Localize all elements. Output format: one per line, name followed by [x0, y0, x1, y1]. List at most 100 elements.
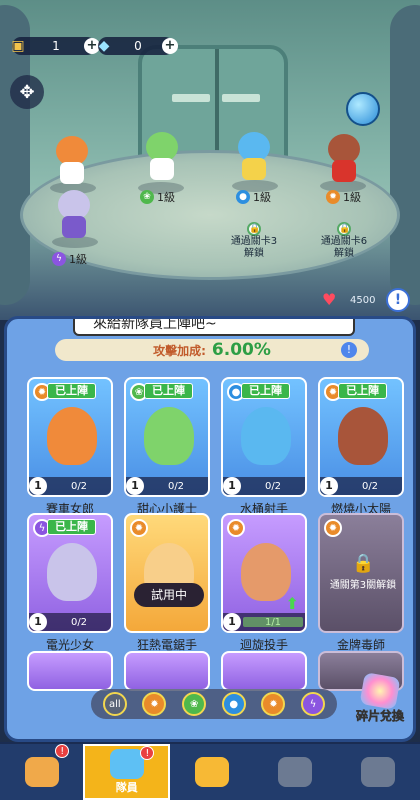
- fire-icon: ✹: [324, 519, 342, 537]
- filter-grass-tab[interactable]: ❀: [182, 692, 207, 716]
- fragment-progress: 1 0/2: [223, 477, 305, 495]
- attack-bonus-bar: 攻擊加成: 6.00% !: [55, 339, 369, 361]
- fragment-progress: 1 0/2: [29, 477, 111, 495]
- filter-electric-tab[interactable]: ϟ: [301, 692, 326, 716]
- team-card-partial[interactable]: [27, 651, 113, 691]
- team-card[interactable]: ϟ 已上陣 1 0/2: [27, 513, 113, 633]
- nav-team-button[interactable]: 隊員!: [83, 744, 171, 800]
- bottom-navigation: ! 隊員!: [0, 742, 420, 800]
- info-button[interactable]: !: [386, 288, 410, 312]
- card-level: 1: [29, 477, 47, 495]
- fire-icon: ✹: [227, 519, 245, 537]
- lock-icon: 🔒: [337, 222, 351, 236]
- team-card[interactable]: ❀ 已上陣 1 0/2: [124, 377, 210, 497]
- element-filter-bar: all ✹ ❀ ● ✹ ϟ: [91, 689, 337, 719]
- water-icon: ●: [236, 190, 250, 204]
- stage-hero-2-level: ❀ 1級: [140, 190, 175, 204]
- stage-hero-5-level: ϟ 1級: [52, 252, 87, 266]
- shop-icon: [24, 757, 59, 787]
- locked-slot-1: 🔒 通過關卡3 解鎖: [230, 222, 278, 259]
- upgrade-arrow-icon[interactable]: ⬆: [286, 594, 299, 613]
- locked-book-icon: [361, 757, 396, 787]
- alert-badge: !: [140, 746, 155, 760]
- unlock-condition: 通關第3關解鎖: [329, 580, 397, 591]
- locked-slot-2: 🔒 通過關卡6 解鎖: [320, 222, 368, 259]
- lock-icon: 🔒: [352, 553, 375, 574]
- card-level: 1: [223, 613, 241, 631]
- fire-icon: ✹: [130, 519, 148, 537]
- filter-fire-tab[interactable]: ✹: [261, 692, 286, 716]
- electric-icon: ϟ: [52, 252, 66, 266]
- card-level: 1: [223, 477, 241, 495]
- fragment-count: 0/2: [70, 616, 88, 628]
- team-card[interactable]: ✹ 已上陣 1 0/2: [318, 377, 404, 497]
- ticket-counter: ▣ 1 +: [11, 37, 100, 55]
- crystal-counter: ◆ 0 +: [98, 37, 178, 55]
- hero-portrait: [47, 407, 97, 465]
- hero-portrait: [144, 407, 194, 465]
- fragment-exchange-label: 碎片兌換: [355, 709, 405, 724]
- gem-icon: [359, 672, 401, 710]
- team-card[interactable]: ✹ 🔒 通關第3關解鎖: [318, 513, 404, 633]
- trial-badge: 試用中: [134, 583, 204, 607]
- crystal-icon: ◆: [98, 38, 110, 54]
- fragment-exchange-button[interactable]: 碎片兌換: [345, 672, 413, 731]
- fragment-bar-fill: [243, 617, 303, 627]
- locked-helmet-icon: [278, 757, 313, 787]
- filter-all-tab[interactable]: all: [102, 692, 127, 716]
- card-level: 1: [320, 477, 338, 495]
- team-card-partial[interactable]: [221, 651, 307, 691]
- card-level: 1: [126, 477, 144, 495]
- team-card[interactable]: ● 已上陣 1 0/2: [221, 377, 307, 497]
- nav-locked-helmet-button[interactable]: [254, 744, 337, 800]
- alert-badge: !: [55, 744, 70, 758]
- add-crystal-button[interactable]: +: [162, 38, 178, 54]
- hero-portrait: [241, 543, 291, 601]
- globe-decoration: [346, 92, 380, 126]
- fragment-progress: 1 0/2: [29, 613, 111, 631]
- stage-hero-4-level: ✹ 1級: [326, 190, 361, 204]
- battle-icon: [195, 757, 229, 787]
- stage-hero-5[interactable]: [44, 186, 104, 246]
- speech-bubble: 來給新隊員上陣吧~: [73, 319, 355, 336]
- stage-hero-3-level: ● 1級: [236, 190, 271, 204]
- deployed-ribbon: 已上陣: [144, 383, 193, 399]
- deployed-ribbon: 已上陣: [338, 383, 387, 399]
- hero-portrait: [338, 407, 388, 465]
- fire-icon: ✹: [326, 190, 340, 204]
- heart-icon: ♥: [322, 290, 337, 309]
- team-panel: 來給新隊員上陣吧~ 攻擊加成: 6.00% ! ✹ 已上陣 1 0/2 賽車女郎 ❀…: [4, 316, 416, 742]
- hero-portrait: [241, 407, 291, 465]
- team-card-partial[interactable]: [124, 651, 210, 691]
- filter-water-tab[interactable]: ●: [221, 692, 246, 716]
- nav-shop-button[interactable]: !: [0, 744, 83, 800]
- stage-hero-2[interactable]: [132, 128, 192, 188]
- bonus-info-icon[interactable]: !: [341, 342, 357, 358]
- fragment-progress: 1 0/2: [320, 477, 402, 495]
- gamepad-icon[interactable]: ✥: [10, 75, 44, 109]
- fragment-count: 0/2: [264, 480, 282, 492]
- crystal-value: 0: [134, 39, 142, 53]
- grass-icon: ❀: [140, 190, 154, 204]
- deployed-ribbon: 已上陣: [47, 383, 96, 399]
- nav-locked-book-button[interactable]: [337, 744, 420, 800]
- lock-icon: 🔒: [247, 222, 261, 236]
- stage-pipe-right: [390, 5, 420, 305]
- team-card[interactable]: ✹ 1 1/1 ⬆: [221, 513, 307, 633]
- stage-hero-1[interactable]: [42, 132, 102, 192]
- card-level: 1: [29, 613, 47, 631]
- filter-fire-tab[interactable]: ✹: [142, 692, 167, 716]
- fragment-count: 0/2: [167, 480, 185, 492]
- team-card[interactable]: ✹ 試用中: [124, 513, 210, 633]
- attack-bonus-value: 6.00%: [211, 340, 271, 360]
- fragment-count: 0/2: [70, 480, 88, 492]
- team-card[interactable]: ✹ 已上陣 1 0/2: [27, 377, 113, 497]
- nav-label: 隊員: [115, 781, 138, 794]
- battle-stage: ▣ 1 + ◆ 0 + ✥ ✹ ❀1級 ●1級 ✹1級 ϟ1級 🔒 通過關卡3 …: [0, 0, 420, 320]
- deployed-ribbon: 已上陣: [241, 383, 290, 399]
- stage-hero-3[interactable]: [224, 128, 284, 188]
- ticket-value: 1: [52, 39, 60, 53]
- ticket-icon: ▣: [11, 38, 25, 54]
- nav-battle-button[interactable]: [170, 744, 253, 800]
- stage-hero-4[interactable]: [314, 130, 374, 190]
